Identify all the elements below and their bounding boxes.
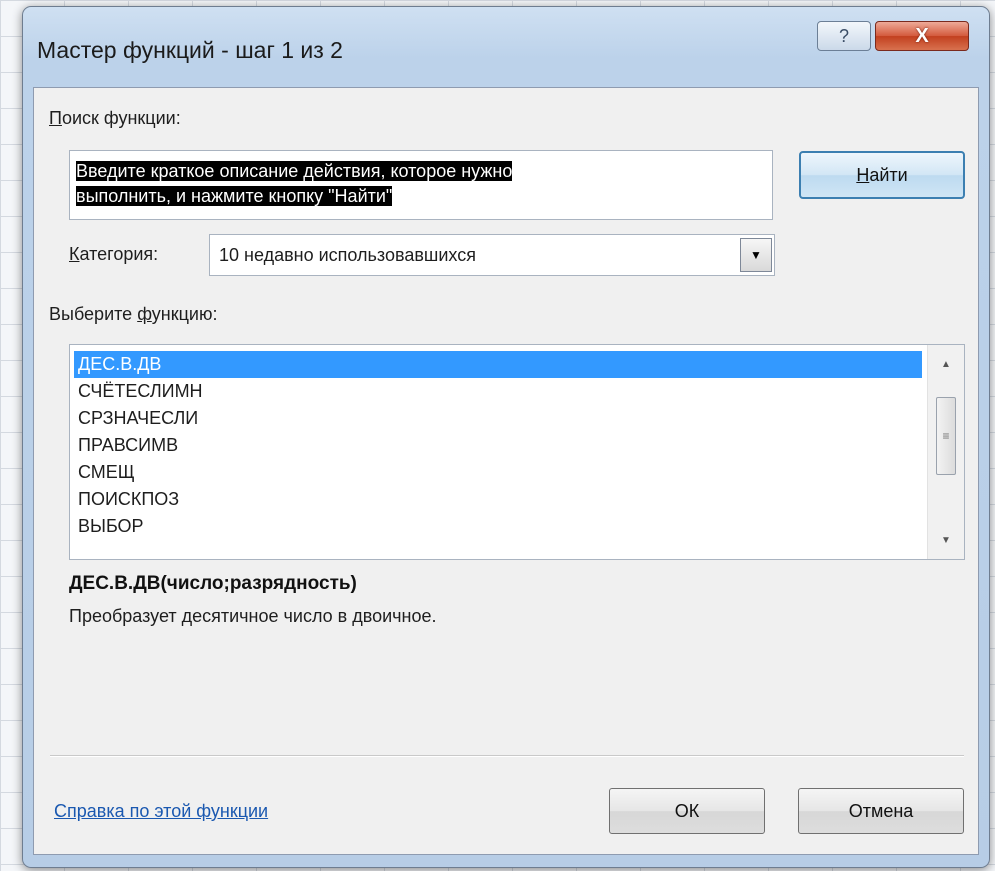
- category-label-text: атегория:: [79, 244, 159, 264]
- category-label: Категория:: [69, 244, 158, 265]
- list-item[interactable]: ВЫБОР: [74, 513, 922, 540]
- divider: [50, 755, 964, 757]
- list-item[interactable]: ПРАВСИМВ: [74, 432, 922, 459]
- close-button[interactable]: X: [875, 21, 969, 51]
- function-signature: ДЕС.В.ДВ(число;разрядность): [69, 573, 357, 594]
- function-list-label-accelerator: ф: [137, 304, 152, 324]
- function-list-label: Выберите функцию:: [49, 304, 217, 325]
- ok-button[interactable]: ОК: [609, 788, 765, 834]
- help-button[interactable]: ?: [817, 21, 871, 51]
- search-text-line-2: выполнить, и нажмите кнопку "Найти": [76, 186, 393, 206]
- title-bar[interactable]: Мастер функций - шаг 1 из 2 ? X: [23, 7, 989, 87]
- search-label-text: оиск функции:: [61, 108, 181, 128]
- function-list-scrollbar[interactable]: ▲ ≡ ▼: [927, 345, 964, 559]
- function-description: Преобразует десятичное число в двоичное.: [69, 606, 437, 626]
- dialog-body: Поиск функции: Введите краткое описание …: [33, 87, 979, 855]
- function-list[interactable]: ДЕС.В.ДВ СЧЁТЕСЛИМН СРЗНАЧЕСЛИ ПРАВСИМВ …: [69, 344, 965, 560]
- function-search-input[interactable]: Введите краткое описание действия, котор…: [69, 150, 773, 220]
- find-button-accelerator: Н: [856, 164, 870, 185]
- category-select[interactable]: 10 недавно использовавшихся ▼: [209, 234, 775, 276]
- list-item[interactable]: ПОИСКПОЗ: [74, 486, 922, 513]
- help-link[interactable]: Справка по этой функции: [54, 801, 268, 822]
- scroll-up-icon[interactable]: ▲: [928, 349, 964, 379]
- find-button[interactable]: Найти: [799, 151, 965, 199]
- search-input-text: Введите краткое описание действия, котор…: [76, 159, 716, 209]
- scroll-thumb[interactable]: ≡: [936, 397, 956, 475]
- question-icon: ?: [838, 25, 849, 46]
- scroll-down-icon[interactable]: ▼: [928, 525, 964, 555]
- list-item[interactable]: СМЕЩ: [74, 459, 922, 486]
- category-label-accelerator: К: [69, 244, 80, 264]
- window-title: Мастер функций - шаг 1 из 2: [37, 37, 343, 63]
- cancel-button[interactable]: Отмена: [798, 788, 964, 834]
- dropdown-arrow-icon[interactable]: ▼: [740, 238, 772, 272]
- search-text-line-1: Введите краткое описание действия, котор…: [76, 161, 513, 181]
- function-list-label-prefix: Выберите: [49, 304, 138, 324]
- function-list-label-text: ункцию:: [151, 304, 218, 324]
- function-wizard-dialog: Мастер функций - шаг 1 из 2 ? X Поиск фу…: [22, 6, 990, 868]
- close-icon: X: [915, 24, 929, 47]
- list-item[interactable]: ДЕС.В.ДВ: [74, 351, 922, 378]
- function-list-items: ДЕС.В.ДВ СЧЁТЕСЛИМН СРЗНАЧЕСЛИ ПРАВСИМВ …: [74, 351, 922, 540]
- find-button-label: айти: [869, 164, 908, 185]
- list-item[interactable]: СРЗНАЧЕСЛИ: [74, 405, 922, 432]
- list-item[interactable]: СЧЁТЕСЛИМН: [74, 378, 922, 405]
- search-label: Поиск функции:: [49, 108, 181, 129]
- search-label-accelerator: П: [49, 108, 62, 128]
- category-value: 10 недавно использовавшихся: [219, 245, 476, 265]
